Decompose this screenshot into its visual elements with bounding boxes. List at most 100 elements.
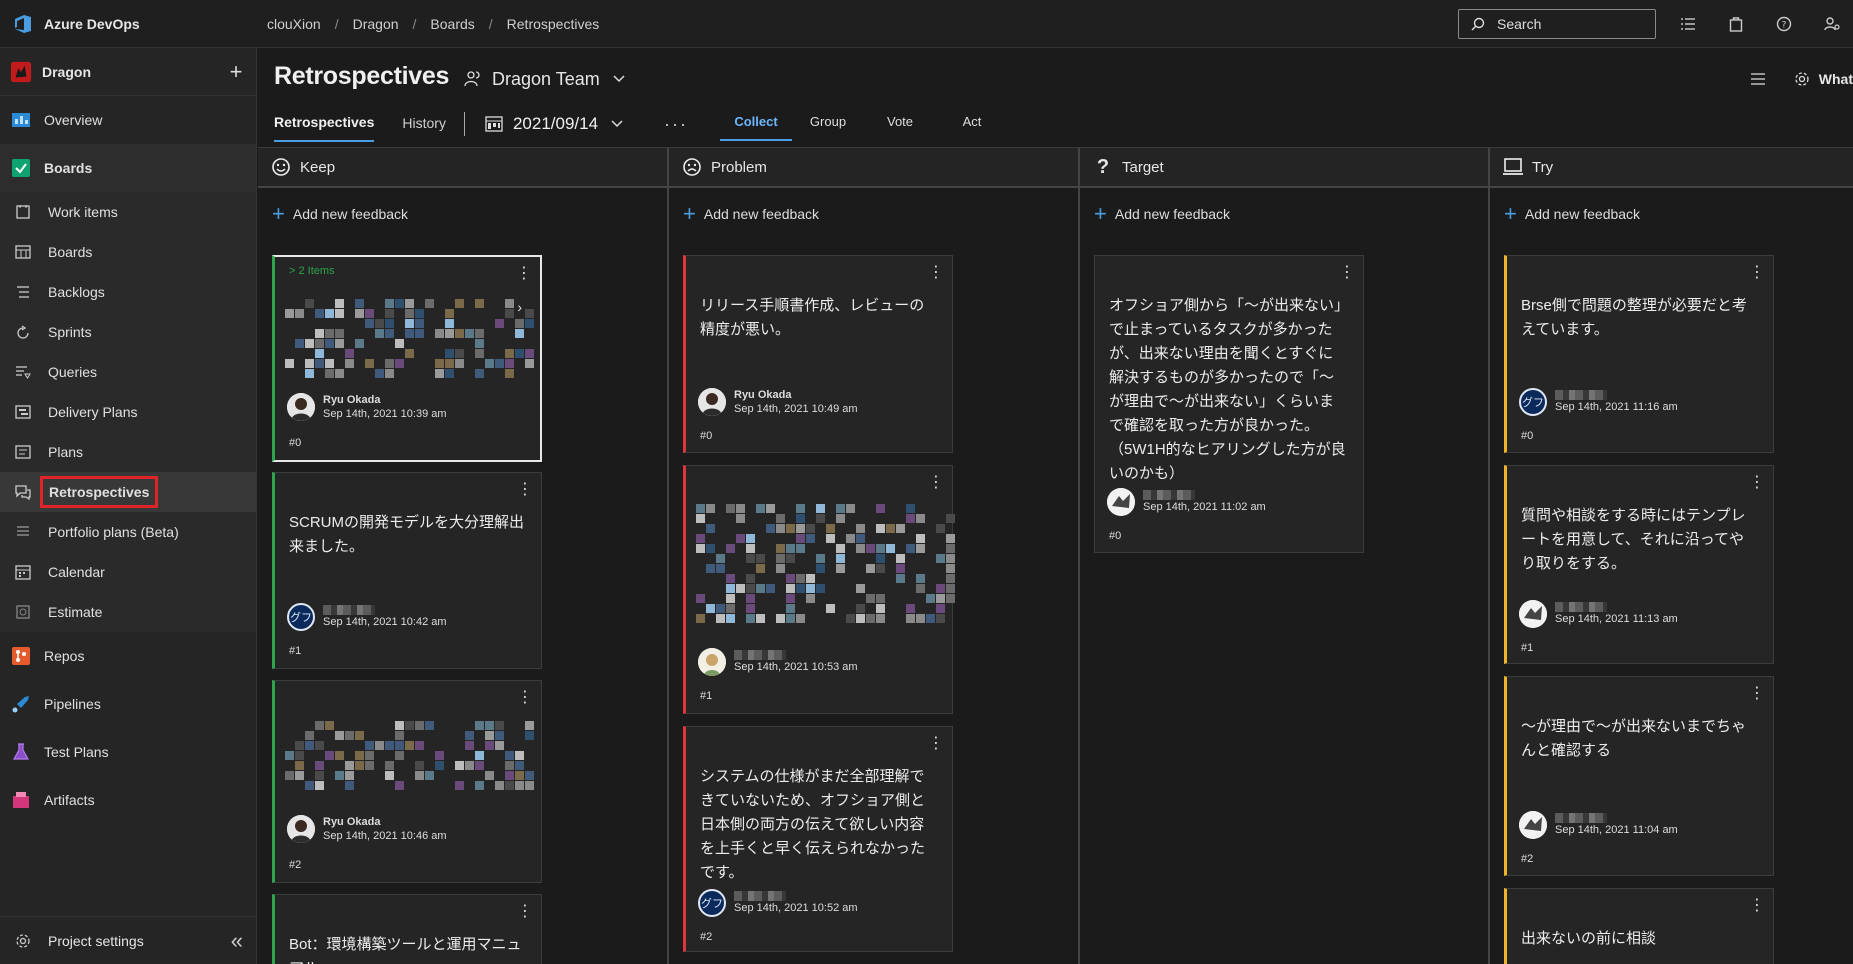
feedback-card[interactable]: ⋮ 質問や相談をする時にはテンプレートを用意して、それに沿ってやり取りをする。 … (1504, 465, 1774, 664)
more-vertical-icon[interactable]: ⋮ (517, 479, 533, 499)
pixel-block (876, 524, 885, 533)
pixel-block (505, 359, 514, 368)
add-feedback-button[interactable]: + Add new feedback (258, 188, 667, 240)
feedback-card[interactable]: ⋮ オフショア側から「～が出来ない」で止まっているタスクが多かったが、出来ない理… (1094, 255, 1364, 553)
more-vertical-icon[interactable]: ⋮ (1749, 683, 1765, 703)
sidebar-item-plans[interactable]: Plans (0, 432, 256, 472)
sidebar-item-overview[interactable]: Overview (0, 96, 256, 144)
more-options-icon[interactable]: ··· (664, 114, 688, 135)
sprint-icon (12, 321, 34, 343)
sidebar-item-calendar[interactable]: Calendar (0, 552, 256, 592)
more-vertical-icon[interactable]: ⋮ (928, 472, 944, 492)
phase-collect[interactable]: Collect (720, 106, 792, 141)
sidebar-item-estimate[interactable]: Estimate (0, 592, 256, 632)
card-author: グフ Sep 14th, 2021 11:16 am (1519, 388, 1678, 416)
add-feedback-button[interactable]: + Add new feedback (1080, 188, 1488, 240)
feedback-card[interactable]: ⋮ Sep 14th, 2021 10:53 am #1 (683, 465, 955, 714)
more-vertical-icon[interactable]: ⋮ (1749, 262, 1765, 282)
breadcrumb-project[interactable]: Dragon (353, 16, 399, 32)
phase-group[interactable]: Group (792, 106, 864, 141)
phase-vote[interactable]: Vote (864, 106, 936, 141)
sidebar-item-boards-group[interactable]: Boards (0, 144, 256, 192)
feedback-card[interactable]: ⋮ リリース手順書作成、レビューの精度が悪い。 Ryu Okada Sep 14… (683, 255, 953, 453)
pixel-block (365, 359, 374, 368)
more-vertical-icon[interactable]: ⋮ (517, 901, 533, 921)
sidebar-item-pipelines[interactable]: Pipelines (0, 680, 256, 728)
user-settings-icon[interactable] (1820, 12, 1844, 36)
sidebar-item-boards[interactable]: Boards (0, 232, 256, 272)
brand[interactable]: Azure DevOps (0, 13, 257, 35)
breadcrumb-retrospectives[interactable]: Retrospectives (507, 16, 600, 32)
pixel-block (445, 369, 454, 378)
breadcrumb-separator: / (334, 15, 339, 32)
more-vertical-icon[interactable]: ⋮ (928, 733, 944, 753)
board-date-selector[interactable]: 2021/09/14 (483, 113, 628, 135)
chevron-right-icon[interactable]: › (517, 299, 522, 315)
more-vertical-icon[interactable]: ⋮ (1339, 262, 1355, 282)
card-number: #1 (1521, 642, 1534, 654)
more-vertical-icon[interactable]: ⋮ (1749, 472, 1765, 492)
pixel-block (746, 584, 755, 593)
project-settings[interactable]: Project settings « (0, 916, 257, 964)
menu-lines-icon[interactable] (1747, 68, 1769, 90)
feedback-card[interactable]: > 2 Items ⋮ › Ryu Okada Sep 14th, 2021 1… (272, 255, 542, 462)
pixel-block (826, 604, 835, 613)
feedback-card[interactable]: ⋮ Bot：環境構築ツールと運用マニュアル (272, 894, 542, 964)
list-icon[interactable] (1676, 12, 1700, 36)
sidebar-item-backlogs[interactable]: Backlogs (0, 272, 256, 312)
feedback-card[interactable]: ⋮ 出来ないの前に相談 (1504, 888, 1774, 964)
pixel-block (525, 781, 534, 790)
author-meta: Ryu Okada Sep 14th, 2021 10:49 am (734, 388, 858, 416)
more-vertical-icon[interactable]: ⋮ (1749, 895, 1765, 915)
breadcrumb-boards[interactable]: Boards (430, 16, 474, 32)
sidebar-item-delivery-plans[interactable]: Delivery Plans (0, 392, 256, 432)
search-box[interactable]: Search (1458, 9, 1656, 39)
phase-act[interactable]: Act (936, 106, 1008, 141)
author-meta: Ryu Okada Sep 14th, 2021 10:39 am (323, 393, 447, 421)
sidebar-item-retrospectives[interactable]: Retrospectives (0, 472, 256, 512)
pixel-block (936, 594, 945, 603)
more-vertical-icon[interactable]: ⋮ (517, 687, 533, 707)
team-selector[interactable]: Dragon Team (462, 68, 630, 90)
feedback-card[interactable]: ⋮ システムの仕様がまだ全部理解できていないため、オフショア側と日本側の両方の伝… (683, 726, 953, 952)
pixel-block (455, 359, 464, 368)
timestamp: Sep 14th, 2021 11:04 am (1555, 824, 1678, 836)
pixel-block (505, 781, 514, 790)
pixel-block (525, 349, 534, 358)
whats-new-button[interactable]: What (1791, 68, 1853, 90)
feedback-card[interactable]: ⋮ SCRUMの開発モデルを大分理解出来ました。 グフ Sep 14th, 20… (272, 472, 542, 669)
add-icon[interactable]: + (216, 59, 256, 85)
pixel-block (906, 544, 915, 553)
sidebar-item-repos[interactable]: Repos (0, 632, 256, 680)
sidebar-item-work-items[interactable]: Work items (0, 192, 256, 232)
breadcrumb-org[interactable]: clouXion (267, 16, 321, 32)
tab-retrospectives[interactable]: Retrospectives (274, 106, 375, 142)
work-items-icon (12, 201, 34, 223)
feedback-card[interactable]: ⋮ ～が理由で～が出来ないまでちゃんと確認する Sep 14th, 2021 1… (1504, 676, 1774, 876)
sidebar-item-queries[interactable]: Queries (0, 352, 256, 392)
project-header[interactable]: Dragon + (0, 48, 256, 96)
feedback-card[interactable]: ⋮ Brse側で問題の整理が必要だと考えています。 グフ Sep 14th, 2… (1504, 255, 1774, 453)
sidebar: Dragon + Overview Boards Work items Boar… (0, 48, 257, 964)
items-toggle[interactable]: > 2 Items (289, 265, 335, 277)
tab-history[interactable]: History (402, 107, 446, 141)
add-feedback-button[interactable]: + Add new feedback (669, 188, 1078, 240)
sidebar-item-portfolio-plans[interactable]: Portfolio plans (Beta) (0, 512, 256, 552)
add-feedback-button[interactable]: + Add new feedback (1490, 188, 1853, 240)
pixel-block (796, 524, 805, 533)
feedback-card[interactable]: ⋮ Ryu Okada Sep 14th, 2021 10:46 am #2 (272, 680, 542, 883)
pipelines-icon (10, 693, 32, 715)
collapse-sidebar-icon[interactable]: « (231, 928, 243, 954)
shopping-bag-icon[interactable] (1724, 12, 1748, 36)
more-vertical-icon[interactable]: ⋮ (928, 262, 944, 282)
sidebar-item-test-plans[interactable]: Test Plans (0, 728, 256, 776)
phase-tabs: Collect Group Vote Act (720, 106, 1008, 141)
sidebar-item-sprints[interactable]: Sprints (0, 312, 256, 352)
sidebar-item-artifacts[interactable]: Artifacts (0, 776, 256, 824)
card-author: Sep 14th, 2021 11:02 am (1107, 488, 1266, 516)
sidebar-item-label: Boards (48, 244, 93, 260)
page-header: Retrospectives Dragon Team What Retrospe… (258, 48, 1853, 148)
help-icon[interactable]: ? (1772, 12, 1796, 36)
pixel-block (325, 359, 334, 368)
more-vertical-icon[interactable]: ⋮ (516, 263, 532, 283)
